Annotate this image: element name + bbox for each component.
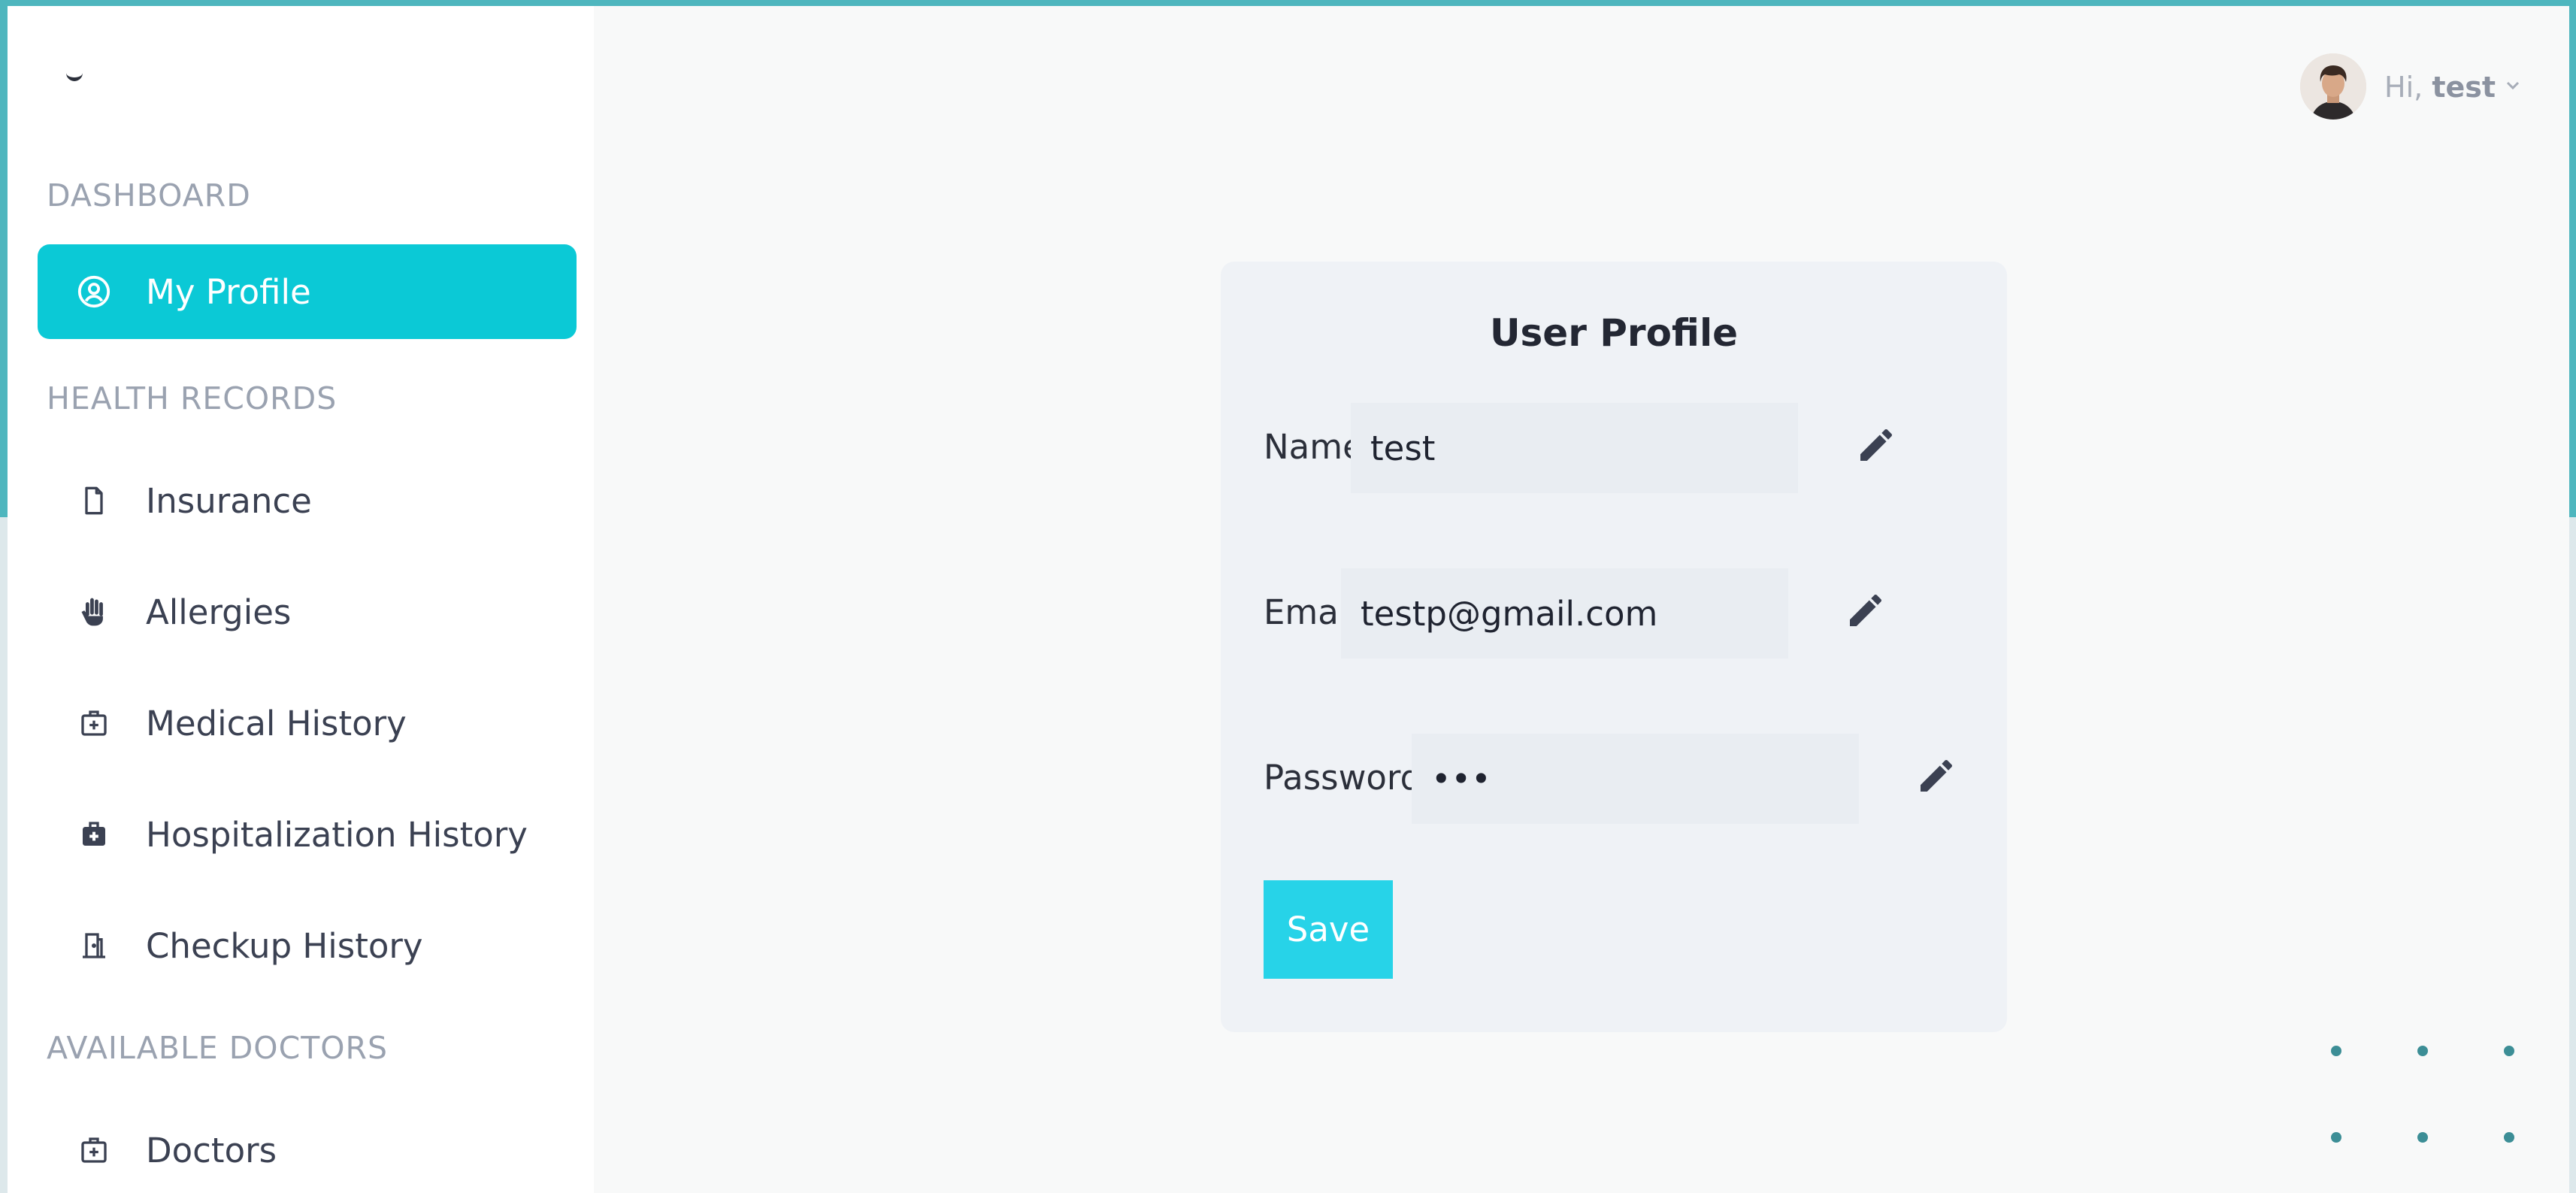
first-aid-kit-icon bbox=[77, 817, 111, 852]
door-icon bbox=[77, 928, 111, 963]
user-profile-card: User Profile Name: Email: Password: Sav bbox=[1221, 262, 2007, 1032]
sidebar-item-checkup-history[interactable]: Checkup History bbox=[38, 898, 577, 993]
file-icon bbox=[77, 483, 111, 518]
section-title-dashboard: DASHBOARD bbox=[47, 177, 251, 213]
sidebar-item-label: Checkup History bbox=[146, 925, 423, 966]
greeting-text: Hi, bbox=[2384, 71, 2423, 104]
sidebar-item-hospitalization-history[interactable]: Hospitalization History bbox=[38, 787, 577, 882]
decorative-dot bbox=[2504, 1046, 2514, 1056]
app-window: DASHBOARD My Profile HEALTH RECORDS Insu… bbox=[8, 6, 2569, 1193]
brand-logo bbox=[66, 72, 83, 81]
password-label: Password: bbox=[1264, 758, 1433, 798]
decorative-dot bbox=[2504, 1132, 2514, 1143]
sidebar-item-label: Allergies bbox=[146, 592, 292, 632]
pencil-icon[interactable] bbox=[1855, 424, 1897, 466]
sidebar-item-label: Insurance bbox=[146, 480, 312, 521]
decorative-dot bbox=[2417, 1132, 2428, 1143]
decorative-dot bbox=[2417, 1046, 2428, 1056]
sidebar-item-medical-history[interactable]: Medical History bbox=[38, 676, 577, 771]
user-circle-icon bbox=[77, 274, 111, 309]
sidebar: DASHBOARD My Profile HEALTH RECORDS Insu… bbox=[8, 6, 594, 1193]
medical-kit-icon bbox=[77, 706, 111, 740]
sidebar-item-insurance[interactable]: Insurance bbox=[38, 453, 577, 548]
user-greeting[interactable]: Hi, test bbox=[2384, 71, 2496, 104]
sidebar-item-label: My Profile bbox=[146, 271, 311, 312]
avatar[interactable] bbox=[2300, 53, 2366, 120]
hand-icon bbox=[77, 595, 111, 629]
medical-kit-icon bbox=[77, 1133, 111, 1167]
username: test bbox=[2432, 71, 2496, 104]
decorative-dot bbox=[2331, 1046, 2341, 1056]
chevron-down-icon[interactable] bbox=[2505, 80, 2521, 92]
sidebar-item-doctors[interactable]: Doctors bbox=[38, 1103, 577, 1193]
sidebar-item-label: Hospitalization History bbox=[146, 814, 528, 855]
sidebar-item-label: Medical History bbox=[146, 703, 407, 743]
sidebar-item-my-profile[interactable]: My Profile bbox=[38, 244, 577, 339]
section-title-available-doctors: AVAILABLE DOCTORS bbox=[47, 1030, 389, 1066]
decorative-dot bbox=[2331, 1132, 2341, 1143]
section-title-health-records: HEALTH RECORDS bbox=[47, 380, 338, 416]
pencil-icon[interactable] bbox=[1915, 755, 1957, 797]
sidebar-item-allergies[interactable]: Allergies bbox=[38, 565, 577, 659]
save-button[interactable]: Save bbox=[1264, 880, 1393, 979]
sidebar-item-label: Doctors bbox=[146, 1130, 277, 1170]
email-field[interactable] bbox=[1341, 568, 1788, 659]
password-field[interactable] bbox=[1412, 734, 1859, 824]
name-field[interactable] bbox=[1351, 403, 1798, 493]
pencil-icon[interactable] bbox=[1845, 589, 1887, 631]
page-title: User Profile bbox=[1489, 311, 1739, 355]
